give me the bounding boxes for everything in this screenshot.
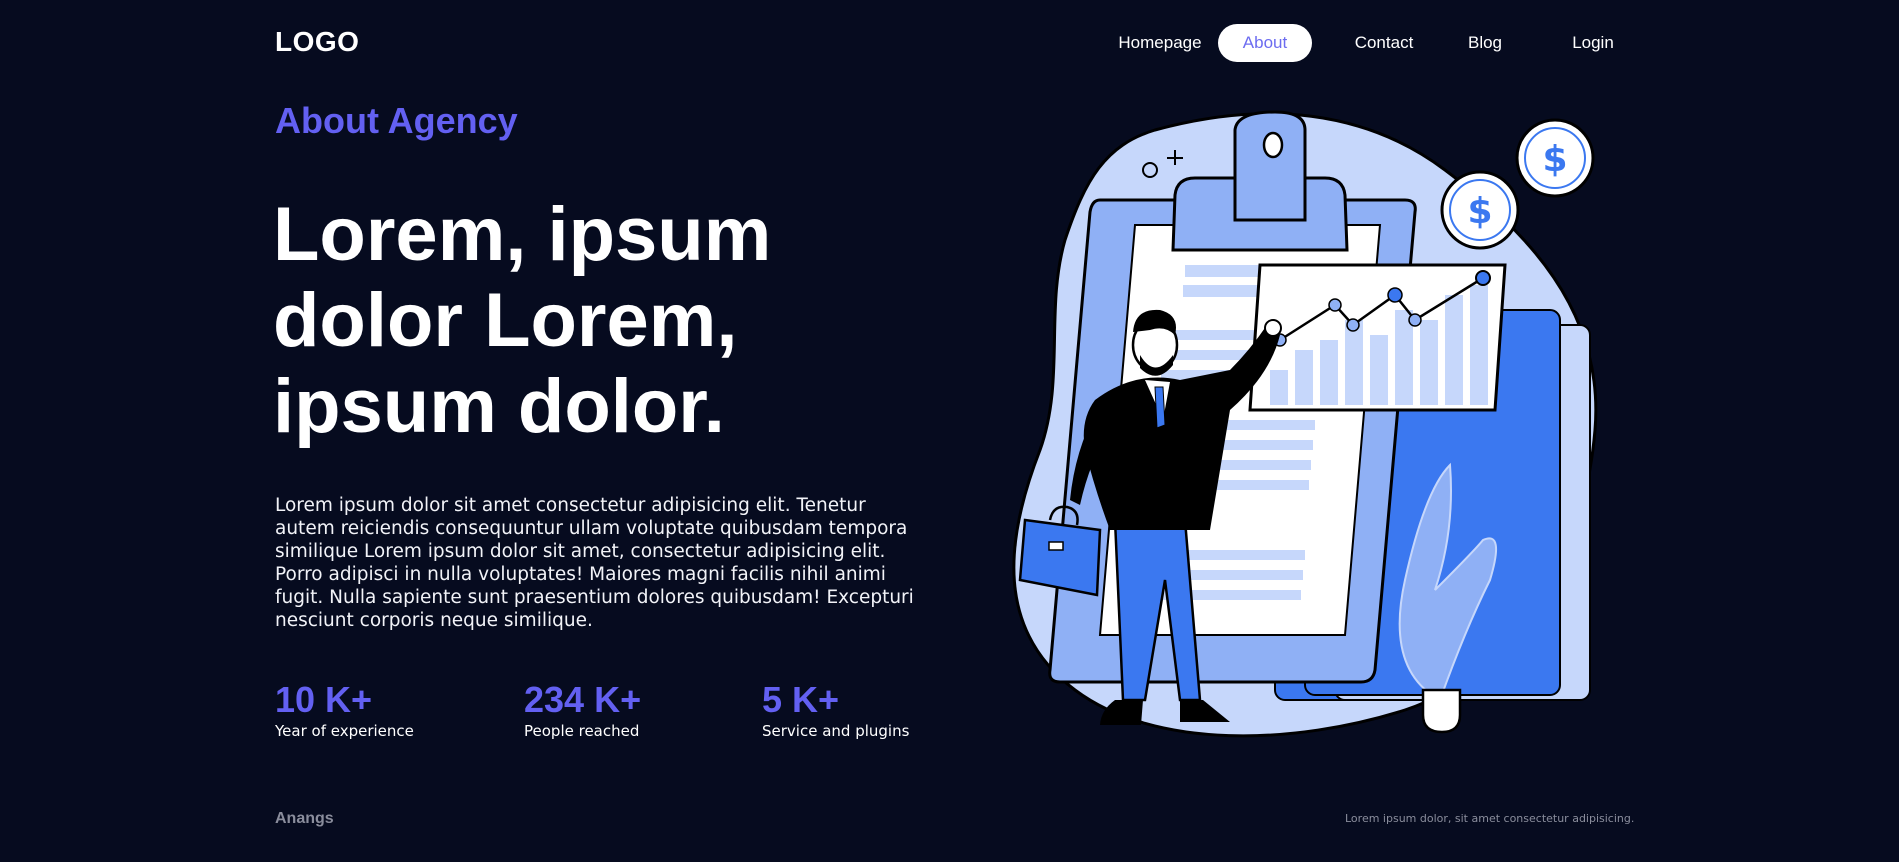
nav-contact[interactable]: Contact — [1332, 24, 1436, 62]
stat-label: Year of experience — [275, 722, 414, 740]
nav-login[interactable]: Login — [1548, 24, 1638, 62]
hero-description: Lorem ipsum dolor sit amet consectetur a… — [275, 495, 914, 631]
svg-text:$: $ — [1467, 191, 1492, 232]
stat-label: Service and plugins — [762, 722, 910, 740]
stat-label: People reached — [524, 722, 640, 740]
stat-services: 5 K+ Service and plugins — [762, 679, 910, 741]
hero-illustration: $ $ — [1012, 110, 1598, 738]
nav-about[interactable]: About — [1218, 24, 1312, 62]
logo[interactable]: LOGO — [275, 26, 359, 58]
stat-people: 234 K+ People reached — [524, 679, 642, 741]
headline-line: ipsum dolor. — [273, 364, 725, 449]
stat-value: 5 K+ — [762, 679, 840, 720]
headline-line: Lorem, ipsum — [273, 192, 772, 277]
stat-value: 10 K+ — [275, 679, 373, 720]
svg-text:$: $ — [1542, 139, 1567, 180]
nav-homepage[interactable]: Homepage — [1100, 24, 1220, 62]
dollar-coin-icon: $ — [1440, 170, 1520, 250]
footer-brand[interactable]: Anangs — [275, 810, 334, 828]
growth-chart-icon — [1248, 263, 1507, 412]
stat-experience: 10 K+ Year of experience — [275, 679, 414, 741]
main-nav: Homepage About Contact Blog Login — [1100, 24, 1620, 62]
footer-note: Lorem ipsum dolor, sit amet consectetur … — [1345, 812, 1635, 825]
section-eyebrow: About Agency — [275, 100, 518, 141]
stat-value: 234 K+ — [524, 679, 642, 720]
hero-headline: Lorem, ipsum dolor Lorem, ipsum dolor. — [273, 192, 913, 450]
headline-line: dolor Lorem, — [273, 278, 738, 363]
dollar-coin-icon: $ — [1515, 118, 1595, 198]
nav-blog[interactable]: Blog — [1445, 24, 1525, 62]
